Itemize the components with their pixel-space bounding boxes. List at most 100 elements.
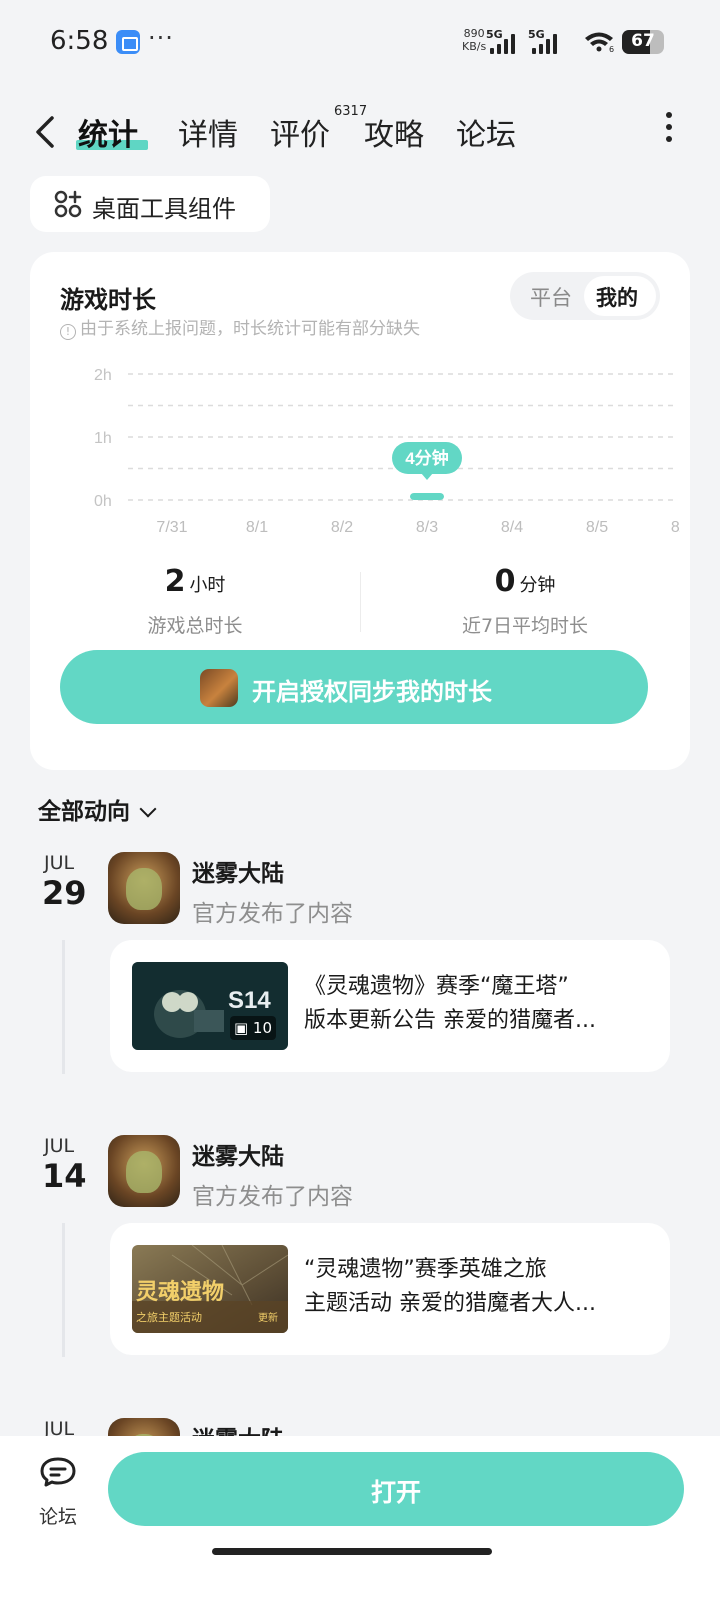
post-action: 官方发布了内容 xyxy=(192,1184,353,1210)
post-month: JUL xyxy=(44,852,75,874)
back-arrow-icon[interactable] xyxy=(30,112,64,152)
post-thumbnail: 灵魂遗物 之旅主题活动 更新 xyxy=(132,1245,288,1333)
tab-forum[interactable]: 论坛 xyxy=(456,110,516,154)
review-count-badge: 6317 xyxy=(334,104,368,119)
network-speed-value: 890 xyxy=(463,27,485,40)
forum-chat-icon xyxy=(40,1457,76,1487)
timeline-line xyxy=(62,940,65,1074)
avg-playtime-label: 近7日平均时长 xyxy=(461,615,589,637)
post-day: 29 xyxy=(42,874,87,912)
x-tick-label: 8/5 xyxy=(586,519,608,536)
tab-stats[interactable]: 统计 xyxy=(78,110,138,154)
playtime-chart: 0h 1h 2h 7/31 8/1 8/2 8/3 8/4 8/5 8/6 4分钟 xyxy=(94,367,680,536)
thumb-sub-text: 之旅主题活动 xyxy=(136,1310,202,1324)
post-title-line1: “灵魂遗物”赛季英雄之旅 xyxy=(304,1257,547,1282)
post-month: JUL xyxy=(44,1135,75,1157)
playtime-toggle: 平台 我的 xyxy=(510,272,660,320)
status-bar: 6:58 ··· 890 KB/s 5G 5G 6 67 xyxy=(0,0,720,86)
playtime-card: 游戏时长 ! 由于系统上报问题，时长统计可能有部分缺失 平台 我的 0h 1h 2h 7… xyxy=(30,252,690,770)
battery-level: 67 xyxy=(631,31,655,51)
info-icon: ! xyxy=(60,324,76,340)
top-nav: 统计 详情 评价 6317 攻略 论坛 xyxy=(0,100,720,164)
game-avatar[interactable] xyxy=(108,852,180,924)
cellular-signal-icon-2: 5G xyxy=(528,28,564,54)
bottom-action-bar: 论坛 打开 xyxy=(0,1436,720,1600)
tab-guides[interactable]: 攻略 xyxy=(364,110,424,154)
clock: 6:58 xyxy=(50,26,109,56)
playtime-note-text: 由于系统上报问题，时长统计可能有部分缺失 xyxy=(80,319,420,339)
sync-playtime-label: 开启授权同步我的时长 xyxy=(252,678,492,706)
more-options-icon[interactable] xyxy=(666,112,674,146)
wallet-app-icon xyxy=(116,30,140,54)
post-author[interactable]: 迷雾大陆 xyxy=(192,1137,284,1171)
toggle-mine[interactable]: 我的 xyxy=(596,282,638,312)
y-tick-label: 2h xyxy=(94,367,112,384)
post-day: 14 xyxy=(42,1157,87,1195)
avg-playtime-value: 0 xyxy=(494,564,516,599)
open-game-label: 打开 xyxy=(370,1478,421,1507)
timeline-line xyxy=(62,1223,65,1357)
image-icon: ▣ xyxy=(233,1019,249,1037)
thumb-season-text: S14 xyxy=(228,987,271,1014)
battery-icon: 67 xyxy=(622,30,664,54)
y-tick-label: 0h xyxy=(94,493,112,510)
post-title: “灵魂遗物”赛季英雄之旅 主题活动 亲爱的猎魔者大人... xyxy=(304,1253,654,1321)
forum-button[interactable]: 论坛 xyxy=(36,1456,80,1529)
widget-grid-icon xyxy=(54,190,82,218)
thumb-title-text: 灵魂遗物 xyxy=(136,1279,224,1304)
total-playtime-value: 2 xyxy=(164,564,186,599)
cellular-signal-icon: 5G xyxy=(486,28,522,54)
post-thumbnail: S14 ▣ 10 xyxy=(132,962,288,1050)
total-playtime-label: 游戏总时长 xyxy=(147,615,243,637)
chevron-down-icon xyxy=(139,800,157,818)
x-tick-label: 8/3 xyxy=(416,519,438,536)
wifi-sub-label: 6 xyxy=(609,45,614,52)
x-tick-label: 8/1 xyxy=(246,519,268,536)
feed-post: JUL 29 迷雾大陆 官方发布了内容 S14 ▣ 10 《灵魂遗物》赛季“魔王… xyxy=(0,852,720,1092)
image-count-badge: ▣ 10 xyxy=(229,1016,276,1040)
playtime-note: ! 由于系统上报问题，时长统计可能有部分缺失 xyxy=(60,314,420,340)
open-game-button[interactable]: 打开 xyxy=(108,1452,684,1526)
feed-filter-dropdown[interactable]: 全部动向 xyxy=(38,792,157,826)
post-author[interactable]: 迷雾大陆 xyxy=(192,854,284,888)
game-avatar-small xyxy=(200,669,238,707)
tab-details[interactable]: 详情 xyxy=(178,110,238,154)
desktop-widget-button[interactable]: 桌面工具组件 xyxy=(30,176,270,232)
tab-reviews[interactable]: 评价 xyxy=(270,110,330,154)
post-action: 官方发布了内容 xyxy=(192,901,353,927)
post-title-line1: 《灵魂遗物》赛季“魔王塔” xyxy=(304,974,569,999)
avg-playtime-stat: 0 分钟 近7日平均时长 xyxy=(362,564,688,638)
game-avatar[interactable] xyxy=(108,1135,180,1207)
avg-playtime-unit: 分钟 xyxy=(519,575,556,596)
x-tick-label: 8/4 xyxy=(501,519,523,536)
post-card[interactable]: 灵魂遗物 之旅主题活动 更新 “灵魂遗物”赛季英雄之旅 主题活动 亲爱的猎魔者大… xyxy=(110,1223,670,1355)
wifi-icon: 6 xyxy=(585,32,614,52)
y-tick-label: 1h xyxy=(94,430,112,447)
total-playtime-unit: 小时 xyxy=(189,575,226,596)
feed-filter-label: 全部动向 xyxy=(38,799,130,825)
network-speed: 890 KB/s xyxy=(462,27,486,53)
image-count: 10 xyxy=(252,1019,272,1037)
post-card[interactable]: S14 ▣ 10 《灵魂遗物》赛季“魔王塔” 版本更新公告 亲爱的猎魔者... xyxy=(110,940,670,1072)
post-title-line2: 主题活动 亲爱的猎魔者大人... xyxy=(304,1291,596,1316)
total-playtime-stat: 2 小时 游戏总时长 xyxy=(32,564,358,638)
feed-post: JUL 14 迷雾大陆 官方发布了内容 灵魂遗物 之旅主题活动 更新 “灵魂遗物… xyxy=(0,1135,720,1375)
sync-playtime-button[interactable]: 开启授权同步我的时长 xyxy=(60,650,648,724)
toggle-platform[interactable]: 平台 xyxy=(530,282,572,312)
desktop-widget-label: 桌面工具组件 xyxy=(92,195,236,223)
bar-callout-pointer xyxy=(421,473,433,480)
home-indicator[interactable] xyxy=(212,1548,492,1555)
x-tick-label: 8/2 xyxy=(331,519,353,536)
more-notifications-icon: ··· xyxy=(148,24,174,52)
post-title-line2: 版本更新公告 亲爱的猎魔者... xyxy=(304,1008,596,1033)
x-tick-label: 8/6 xyxy=(671,519,680,536)
bar xyxy=(410,493,444,500)
thumb-tag-text: 更新 xyxy=(258,1311,278,1324)
bar-callout-label: 4分钟 xyxy=(405,448,448,468)
stat-divider xyxy=(360,572,361,632)
post-title: 《灵魂遗物》赛季“魔王塔” 版本更新公告 亲爱的猎魔者... xyxy=(304,970,654,1038)
forum-label: 论坛 xyxy=(38,1506,77,1528)
network-speed-unit: KB/s xyxy=(462,40,487,53)
x-tick-label: 7/31 xyxy=(156,519,187,536)
playtime-title: 游戏时长 xyxy=(60,286,156,314)
